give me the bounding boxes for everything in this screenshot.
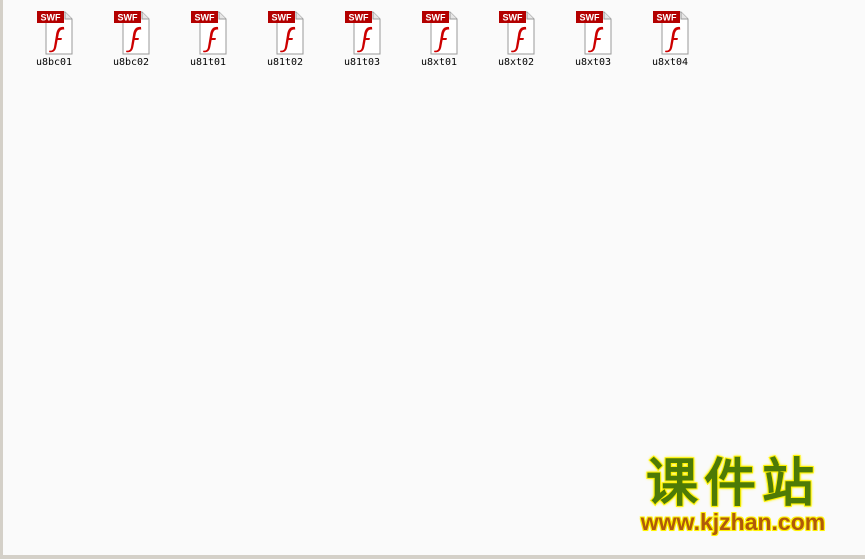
file-name-label: u8xt01 xyxy=(420,57,458,68)
file-type-badge: SWF xyxy=(349,13,369,23)
file-name-label: u8bc02 xyxy=(112,57,150,68)
file-name-label: u81t03 xyxy=(343,57,381,68)
file-name-label: u81t01 xyxy=(189,57,227,68)
file-item-u81t01[interactable]: SWF u81t01 xyxy=(176,6,240,70)
file-name-label: u8xt02 xyxy=(497,57,535,68)
file-type-badge: SWF xyxy=(503,13,523,23)
file-name-label: u8xt04 xyxy=(651,57,689,68)
file-type-badge: SWF xyxy=(426,13,446,23)
file-item-u8bc01[interactable]: SWF u8bc01 xyxy=(22,6,86,70)
swf-file-icon[interactable]: SWF xyxy=(422,9,462,57)
watermark-title: 课件站 xyxy=(645,453,820,515)
file-type-badge: SWF xyxy=(580,13,600,23)
file-item-u8xt04[interactable]: SWF u8xt04 xyxy=(638,6,702,70)
file-type-badge: SWF xyxy=(195,13,215,23)
swf-file-icon[interactable]: SWF xyxy=(345,9,385,57)
watermark-logo: 课件站 www.kjzhan.com xyxy=(613,453,853,540)
swf-file-icon[interactable]: SWF xyxy=(114,9,154,57)
file-item-u81t02[interactable]: SWF u81t02 xyxy=(253,6,317,70)
file-type-badge: SWF xyxy=(657,13,677,23)
swf-file-icon[interactable]: SWF xyxy=(191,9,231,57)
file-item-u81t03[interactable]: SWF u81t03 xyxy=(330,6,394,70)
file-item-u8bc02[interactable]: SWF u8bc02 xyxy=(99,6,163,70)
swf-file-icon[interactable]: SWF xyxy=(37,9,77,57)
swf-file-icon[interactable]: SWF xyxy=(268,9,308,57)
file-name-label: u81t02 xyxy=(266,57,304,68)
file-item-u8xt02[interactable]: SWF u8xt02 xyxy=(484,6,548,70)
swf-file-icon[interactable]: SWF xyxy=(653,9,693,57)
file-type-badge: SWF xyxy=(41,13,61,23)
file-type-badge: SWF xyxy=(272,13,292,23)
file-name-label: u8xt03 xyxy=(574,57,612,68)
file-item-u8xt03[interactable]: SWF u8xt03 xyxy=(561,6,625,70)
swf-file-icon[interactable]: SWF xyxy=(499,9,539,57)
file-name-label: u8bc01 xyxy=(35,57,73,68)
file-type-badge: SWF xyxy=(118,13,138,23)
swf-file-icon[interactable]: SWF xyxy=(576,9,616,57)
watermark-url: www.kjzhan.com xyxy=(640,509,826,535)
file-item-u8xt01[interactable]: SWF u8xt01 xyxy=(407,6,471,70)
